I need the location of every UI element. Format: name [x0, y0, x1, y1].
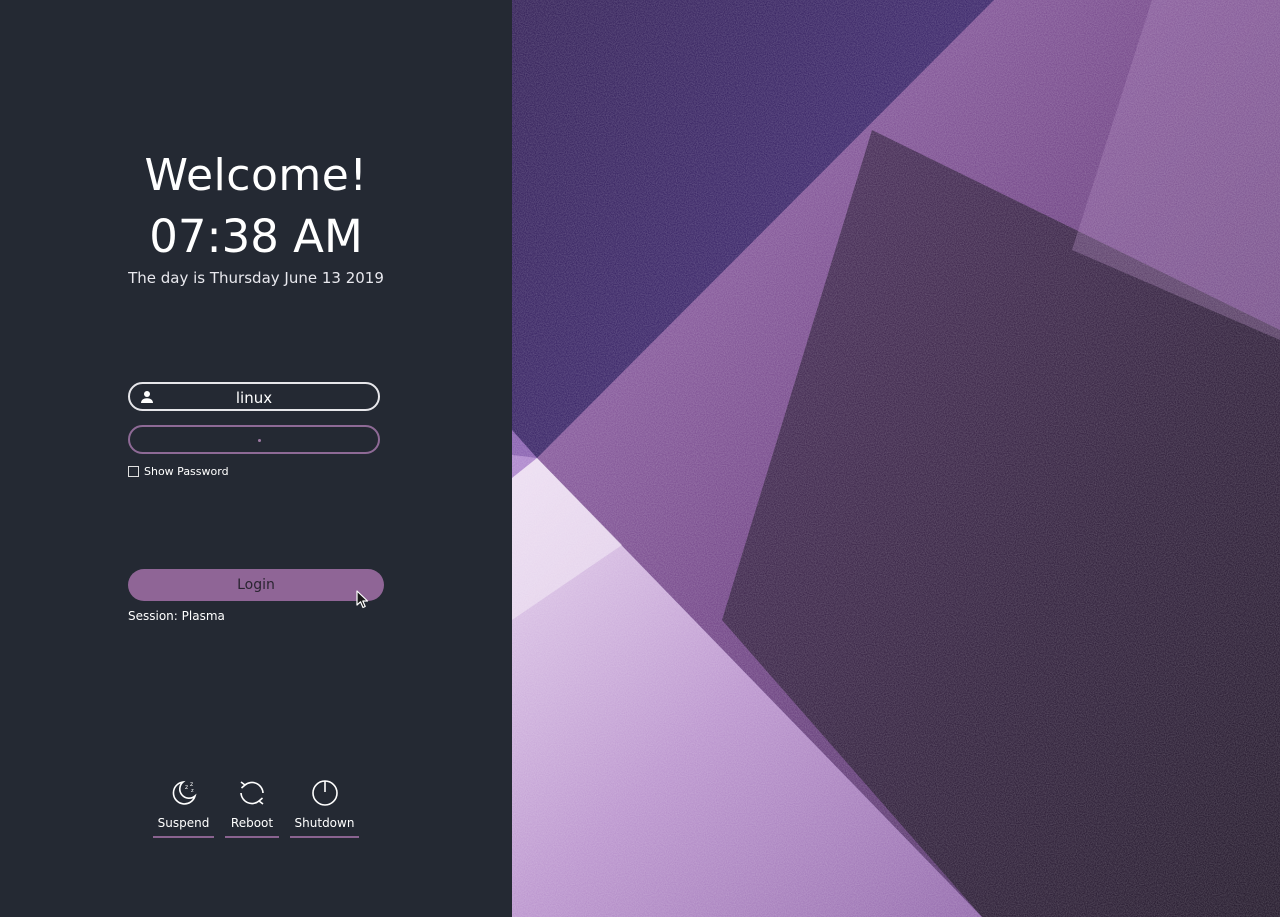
- shutdown-button[interactable]: Shutdown: [290, 778, 359, 838]
- mouse-cursor-icon: [356, 590, 369, 609]
- power-icon: [311, 780, 338, 806]
- suspend-label: Suspend: [157, 816, 210, 830]
- svg-text:z: z: [185, 784, 188, 791]
- username-value: linux: [235, 389, 273, 407]
- show-password-label: Show Password: [144, 465, 229, 478]
- wallpaper: [512, 0, 1280, 917]
- date-text: The day is Thursday June 13 2019: [128, 269, 384, 287]
- svg-text:z: z: [190, 781, 193, 788]
- wallpaper-art: [512, 0, 1280, 917]
- password-field[interactable]: [128, 425, 380, 454]
- password-mask-dot: [258, 439, 261, 442]
- login-button[interactable]: Login: [128, 569, 384, 601]
- username-field[interactable]: linux: [128, 382, 380, 411]
- sddm-login-screen: Welcome! 07:38 AM The day is Thursday Ju…: [0, 0, 1280, 917]
- reboot-underline: [225, 836, 279, 838]
- suspend-moon-icon: z z z: [172, 780, 197, 805]
- reboot-button[interactable]: Reboot: [225, 778, 279, 838]
- show-password-checkbox[interactable]: [128, 466, 139, 477]
- svg-text:z: z: [191, 788, 194, 794]
- shutdown-underline: [290, 836, 359, 838]
- suspend-button[interactable]: z z z Suspend: [153, 778, 214, 838]
- welcome-heading: Welcome!: [144, 150, 368, 201]
- reboot-label: Reboot: [230, 816, 274, 830]
- suspend-underline: [153, 836, 214, 838]
- clock: 07:38 AM: [149, 210, 363, 263]
- login-panel: Welcome! 07:38 AM The day is Thursday Ju…: [0, 0, 512, 917]
- session-selector[interactable]: Session: Plasma: [128, 609, 225, 623]
- shutdown-label: Shutdown: [294, 816, 355, 830]
- reboot-icon: [240, 781, 264, 805]
- show-password-toggle[interactable]: Show Password: [128, 465, 229, 478]
